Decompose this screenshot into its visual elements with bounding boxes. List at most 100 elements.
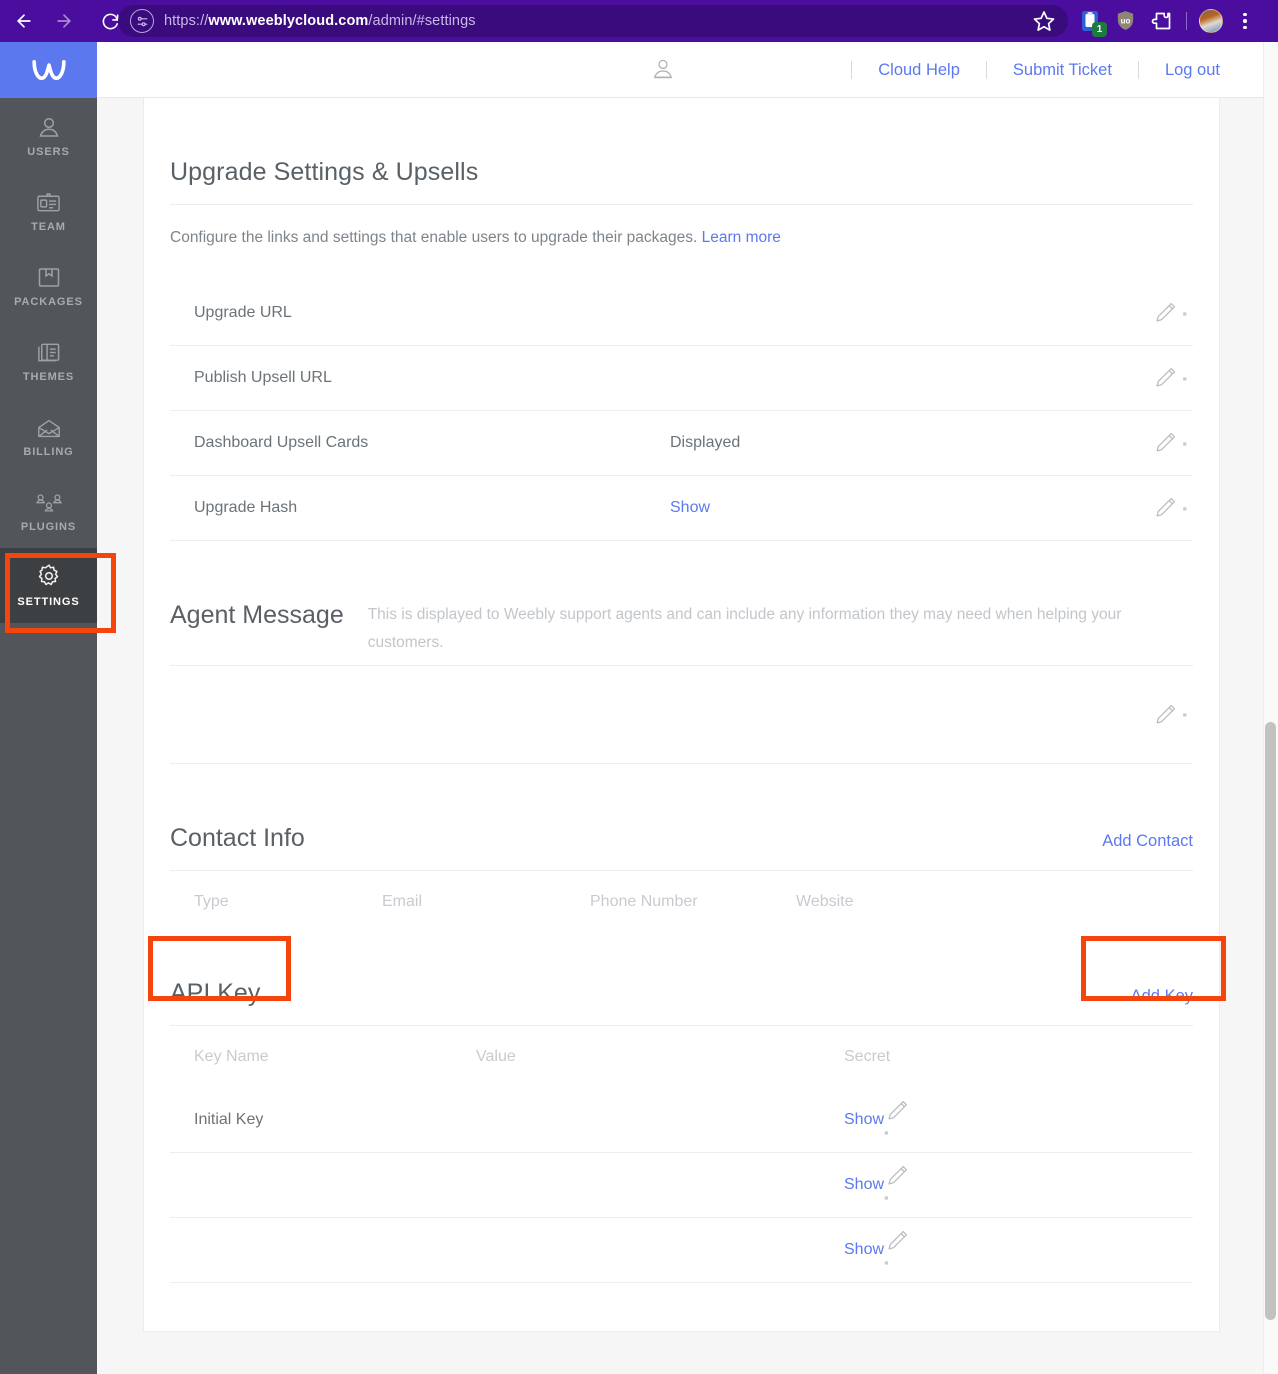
row-label: Dashboard Upsell Cards <box>194 434 369 451</box>
edit-pencil-icon[interactable]: ▪ <box>1152 365 1187 391</box>
column-header-email: Email <box>382 893 423 910</box>
envelope-icon <box>36 413 62 439</box>
primary-sidebar: USERS TEAM PACKAGES THEMES BILLING PLUGI… <box>0 42 97 1374</box>
key-secret-cell: Show <box>844 1111 884 1129</box>
extensions-strip: 1 uᴏ <box>1078 6 1255 37</box>
edit-pencil-icon[interactable]: ▪ <box>884 1163 910 1207</box>
sidebar-item-label: BILLING <box>23 446 74 458</box>
upgrade-description: Configure the links and settings that en… <box>170 205 1193 249</box>
contact-table-header: Type Email Phone Number Website <box>170 871 1193 933</box>
edit-pencil-icon[interactable]: ▪ <box>1152 702 1187 728</box>
chrome-profile-avatar[interactable] <box>1199 9 1223 33</box>
sidebar-item-themes[interactable]: THEMES <box>0 323 97 398</box>
table-row[interactable]: Initial Key Show ▪ <box>170 1088 1193 1153</box>
puzzle-extensions-icon[interactable] <box>1150 9 1174 33</box>
sidebar-item-label: USERS <box>27 146 70 158</box>
show-upgrade-hash-link[interactable]: Show <box>670 499 710 516</box>
sidebar-item-users[interactable]: USERS <box>0 98 97 173</box>
forward-arrow-icon[interactable] <box>48 5 80 37</box>
edit-pencil-icon[interactable]: ▪ <box>1152 495 1187 521</box>
edit-pencil-icon[interactable]: ▪ <box>1152 430 1187 456</box>
submit-ticket-link[interactable]: Submit Ticket <box>987 61 1138 80</box>
agent-message-body-row[interactable]: ▪ <box>170 666 1193 764</box>
sidebar-item-label: PACKAGES <box>14 296 83 308</box>
contact-info-section: Contact Info Add Contact Type Email Phon… <box>170 764 1193 963</box>
table-row[interactable]: Upgrade URL ▪ <box>170 281 1193 346</box>
edit-pencil-icon[interactable]: ▪ <box>884 1098 910 1142</box>
back-arrow-icon[interactable] <box>8 5 40 37</box>
sidebar-item-team[interactable]: TEAM <box>0 173 97 248</box>
agent-message-section: Agent Message This is displayed to Weebl… <box>170 541 1193 764</box>
api-key-section: API Key Add Key Key Name Value Secret In… <box>170 963 1193 1331</box>
row-overflow-dots[interactable]: ▪ <box>884 1190 889 1205</box>
table-row[interactable]: Dashboard Upsell Cards Displayed ▪ <box>170 411 1193 476</box>
sidebar-item-settings[interactable]: SETTINGS <box>0 548 97 623</box>
id-card-icon <box>36 188 61 214</box>
ublock-shield-icon[interactable]: uᴏ <box>1114 9 1138 33</box>
row-value: Show <box>670 499 710 517</box>
row-overflow-dots[interactable]: ▪ <box>1182 437 1187 450</box>
agent-message-description: This is displayed to Weebly support agen… <box>367 606 1122 651</box>
sidebar-item-label: THEMES <box>22 371 75 383</box>
card-bottom-spacer <box>170 1283 1193 1331</box>
table-row[interactable]: Show ▪ <box>170 1153 1193 1218</box>
table-row[interactable]: Show ▪ <box>170 1218 1193 1283</box>
table-row[interactable]: Publish Upsell URL ▪ <box>170 346 1193 411</box>
show-secret-link[interactable]: Show <box>844 1111 884 1128</box>
kebab-menu-icon[interactable] <box>1235 9 1255 33</box>
weebly-logo[interactable] <box>0 42 97 98</box>
row-overflow-dots[interactable]: ▪ <box>884 1255 889 1270</box>
star-icon[interactable] <box>1032 9 1056 33</box>
sidebar-item-packages[interactable]: PACKAGES <box>0 248 97 323</box>
row-overflow-dots[interactable]: ▪ <box>884 1125 889 1140</box>
edit-pencil-icon[interactable]: ▪ <box>884 1228 910 1272</box>
api-key-header: API Key Add Key <box>170 963 1193 1008</box>
page-scrollbar-track[interactable] <box>1263 42 1278 1374</box>
network-icon <box>35 488 63 514</box>
add-key-button[interactable]: Add Key <box>1131 987 1193 1006</box>
site-settings-icon[interactable] <box>130 9 154 33</box>
row-label: Upgrade URL <box>194 304 292 321</box>
add-contact-button[interactable]: Add Contact <box>1102 832 1193 851</box>
table-row[interactable]: Upgrade Hash Show ▪ <box>170 476 1193 541</box>
log-out-link[interactable]: Log out <box>1139 61 1246 80</box>
browser-toolbar: https://www.weeblycloud.com/admin/#setti… <box>0 0 1278 42</box>
key-secret-cell: Show <box>844 1176 884 1194</box>
column-header-secret: Secret <box>844 1048 891 1065</box>
page-viewport: USERS TEAM PACKAGES THEMES BILLING PLUGI… <box>0 42 1278 1374</box>
show-secret-link[interactable]: Show <box>844 1241 884 1258</box>
contact-info-header: Contact Info Add Contact <box>170 764 1193 853</box>
row-overflow-dots[interactable]: ▪ <box>1182 307 1187 320</box>
column-header-type: Type <box>194 893 229 910</box>
cloud-help-link[interactable]: Cloud Help <box>852 61 986 80</box>
column-header-key-name: Key Name <box>194 1048 269 1065</box>
row-overflow-dots[interactable]: ▪ <box>1182 708 1187 721</box>
box-icon <box>37 263 61 289</box>
show-secret-link[interactable]: Show <box>844 1176 884 1193</box>
page-scrollbar-thumb[interactable] <box>1265 722 1276 1320</box>
column-header-phone: Phone Number <box>590 893 698 910</box>
sidebar-item-label: SETTINGS <box>17 596 80 608</box>
top-header: Cloud Help Submit Ticket Log out <box>97 42 1278 98</box>
edit-pencil-icon[interactable]: ▪ <box>1152 300 1187 326</box>
row-overflow-dots[interactable]: ▪ <box>1182 502 1187 515</box>
learn-more-link[interactable]: Learn more <box>702 229 781 246</box>
row-overflow-dots[interactable]: ▪ <box>1182 372 1187 385</box>
key-name-cell: Initial Key <box>194 1111 264 1128</box>
user-avatar-icon[interactable] <box>653 58 673 85</box>
gear-icon <box>36 563 62 589</box>
contact-info-title: Contact Info <box>170 824 305 852</box>
contact-empty-body <box>170 933 1193 963</box>
upgrade-description-text: Configure the links and settings that en… <box>170 229 698 246</box>
agent-message-title: Agent Message <box>170 601 344 629</box>
extension-badge: 1 <box>1092 22 1107 37</box>
sidebar-item-plugins[interactable]: PLUGINS <box>0 473 97 548</box>
sidebar-item-billing[interactable]: BILLING <box>0 398 97 473</box>
key-secret-cell: Show <box>844 1241 884 1259</box>
api-key-table-header: Key Name Value Secret <box>170 1026 1193 1088</box>
clipboard-extension-icon[interactable]: 1 <box>1078 9 1107 37</box>
layout-icon <box>36 338 61 364</box>
row-label: Publish Upsell URL <box>194 369 332 386</box>
address-bar[interactable]: https://www.weeblycloud.com/admin/#setti… <box>118 5 1068 37</box>
sidebar-item-label: TEAM <box>31 221 66 233</box>
